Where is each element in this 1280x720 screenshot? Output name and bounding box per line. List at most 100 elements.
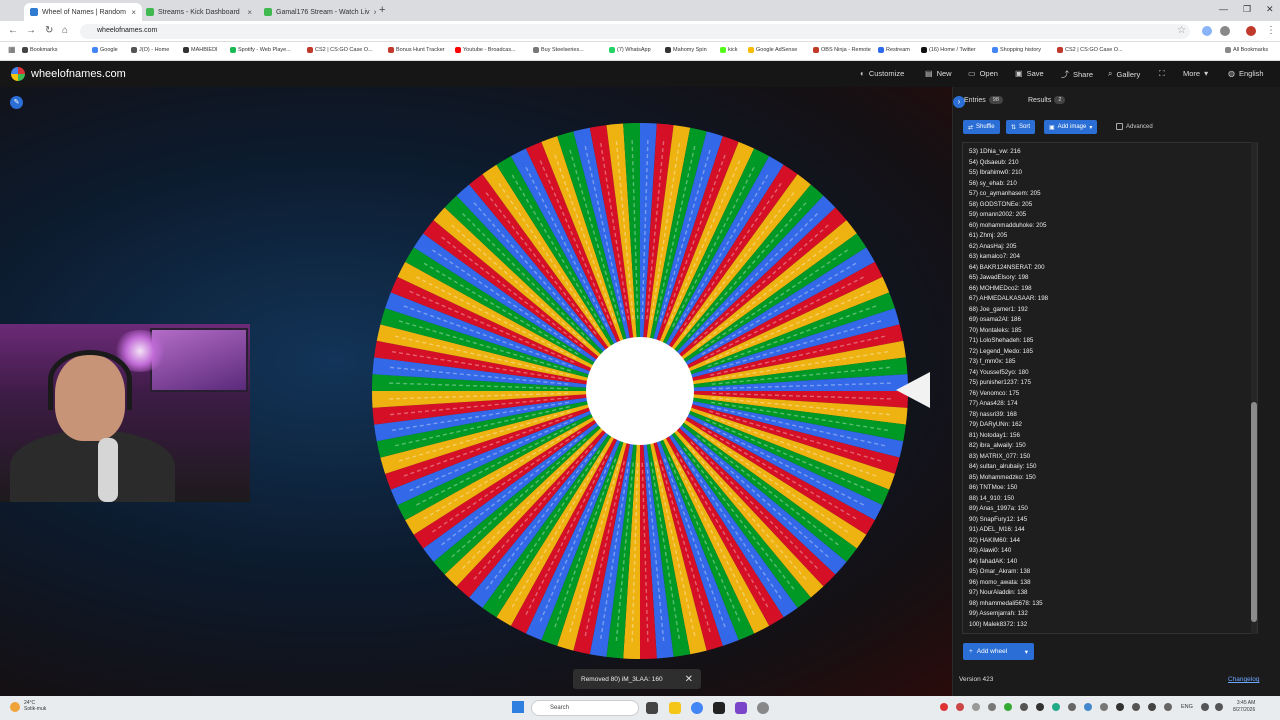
entry-line[interactable]: 85) Mohammedzko: 150 bbox=[969, 473, 1257, 484]
close-icon[interactable]: ✕ bbox=[685, 674, 693, 685]
entry-line[interactable]: 78) nassri39: 168 bbox=[969, 410, 1257, 421]
bookmark-item[interactable]: CS2 | CS:GO Case O... bbox=[1057, 47, 1123, 53]
tab-results[interactable]: Results 2 bbox=[1028, 96, 1066, 104]
entry-line[interactable]: 98) mhammedali5678: 135 bbox=[969, 599, 1257, 610]
customize-button[interactable]: ◐ Customize bbox=[860, 69, 904, 78]
extensions-puzzle-icon[interactable] bbox=[1220, 26, 1230, 36]
entry-line[interactable]: 89) Anas_1997a: 150 bbox=[969, 504, 1257, 515]
entry-line[interactable]: 70) Montaleks: 185 bbox=[969, 326, 1257, 337]
weather-widget[interactable]: 24°C Sotik-muk bbox=[24, 700, 46, 712]
entry-line[interactable]: 97) NourAladdin: 138 bbox=[969, 588, 1257, 599]
file-explorer-icon[interactable] bbox=[669, 702, 681, 714]
changelog-link[interactable]: Changelog bbox=[1228, 676, 1259, 683]
discord-icon[interactable] bbox=[735, 702, 747, 714]
profile-avatar-icon[interactable] bbox=[1246, 26, 1256, 36]
sort-button[interactable]: ⇅ Sort bbox=[1006, 120, 1036, 134]
entry-line[interactable]: 65) JawadElsory: 198 bbox=[969, 273, 1257, 284]
bookmark-item[interactable]: (7) WhatsApp bbox=[609, 47, 651, 53]
fullscreen-button[interactable]: ⛶ bbox=[1159, 69, 1165, 79]
site-name[interactable]: wheelofnames.com bbox=[31, 68, 126, 80]
entry-line[interactable]: 53) 1Dhia_vw: 216 bbox=[969, 147, 1257, 158]
tray-app-icon[interactable] bbox=[972, 703, 980, 711]
tray-app-icon[interactable] bbox=[940, 703, 948, 711]
tray-app-icon[interactable] bbox=[1068, 703, 1076, 711]
bookmark-item[interactable]: Restream bbox=[878, 47, 910, 53]
all-bookmarks[interactable]: All Bookmarks bbox=[1225, 47, 1268, 53]
entry-line[interactable]: 99) Assemjarrah: 132 bbox=[969, 609, 1257, 620]
gallery-button[interactable]: ⌕ Gallery bbox=[1108, 69, 1140, 79]
entry-line[interactable]: 64) BAKR124NSERAT: 200 bbox=[969, 263, 1257, 274]
entry-line[interactable]: 68) Joe_gamer1: 192 bbox=[969, 305, 1257, 316]
taskbar-search[interactable]: Search bbox=[531, 700, 639, 716]
entries-scrollbar[interactable] bbox=[1251, 142, 1257, 634]
tray-app-icon[interactable] bbox=[1132, 703, 1140, 711]
weather-icon[interactable] bbox=[10, 702, 20, 712]
entry-line[interactable]: 61) Zhmj: 205 bbox=[969, 231, 1257, 242]
tray-app-icon[interactable] bbox=[1084, 703, 1092, 711]
task-view-icon[interactable] bbox=[646, 702, 658, 714]
add-image-button[interactable]: ▣ Add image ▾ bbox=[1044, 120, 1098, 134]
entry-line[interactable]: 57) co_aymanhasem: 205 bbox=[969, 189, 1257, 200]
entry-line[interactable]: 69) osama2Al: 186 bbox=[969, 315, 1257, 326]
entry-line[interactable]: 67) AHMEDALKASAAR: 198 bbox=[969, 294, 1257, 305]
bookmark-item[interactable]: Shopping history bbox=[992, 47, 1041, 53]
entry-line[interactable]: 54) Qdsaeub: 210 bbox=[969, 158, 1257, 169]
entry-line[interactable]: 86) TNTMoe: 150 bbox=[969, 483, 1257, 494]
entry-line[interactable]: 93) Alawi0: 140 bbox=[969, 546, 1257, 557]
entry-line[interactable]: 77) Anas428: 174 bbox=[969, 399, 1257, 410]
tray-app-icon[interactable] bbox=[1148, 703, 1156, 711]
entry-line[interactable]: 88) 14_910: 150 bbox=[969, 494, 1257, 505]
bookmark-item[interactable]: CS2 | CS:GO Case O... bbox=[307, 47, 373, 53]
tray-app-icon[interactable] bbox=[1052, 703, 1060, 711]
minimize-icon[interactable]: — bbox=[1219, 4, 1228, 14]
new-button[interactable]: ▤ New bbox=[925, 69, 952, 78]
language-indicator[interactable]: ENG bbox=[1181, 704, 1193, 710]
close-window-icon[interactable]: ✕ bbox=[1266, 4, 1274, 15]
entry-line[interactable]: 92) HAKIM60: 144 bbox=[969, 536, 1257, 547]
bookmark-item[interactable]: Mahomy Spin bbox=[665, 47, 707, 53]
tab-entries[interactable]: Entries 98 bbox=[964, 96, 1003, 104]
wheel-logo-icon[interactable] bbox=[11, 67, 25, 81]
spin-wheel[interactable] bbox=[370, 121, 910, 661]
system-clock[interactable]: 3:45 AM 8/27/2026 bbox=[1233, 700, 1255, 714]
tray-app-icon[interactable] bbox=[1004, 703, 1012, 711]
entry-line[interactable]: 60) mohammadduhoke: 205 bbox=[969, 221, 1257, 232]
browser-tab-gamal-stream[interactable]: Gamal176 Stream - Watch Liv × bbox=[258, 3, 376, 21]
star-icon[interactable]: ☆ bbox=[1177, 25, 1186, 36]
entry-line[interactable]: 100) Malek8372: 132 bbox=[969, 620, 1257, 631]
entry-line[interactable]: 55) Ibrahimw0: 210 bbox=[969, 168, 1257, 179]
tray-app-icon[interactable] bbox=[1116, 703, 1124, 711]
entry-line[interactable]: 79) DARyUNn: 162 bbox=[969, 420, 1257, 431]
entry-line[interactable]: 59) omann2002: 205 bbox=[969, 210, 1257, 221]
entry-line[interactable]: 82) ibra_alwaily: 150 bbox=[969, 441, 1257, 452]
bookmark-item[interactable]: kick bbox=[720, 47, 737, 53]
apps-grid-icon[interactable]: ▦ bbox=[8, 45, 16, 54]
url-input[interactable]: wheelofnames.com bbox=[80, 24, 1190, 39]
maximize-icon[interactable]: ❐ bbox=[1243, 4, 1251, 15]
settings-gear-icon[interactable] bbox=[757, 702, 769, 714]
tray-app-icon[interactable] bbox=[1020, 703, 1028, 711]
save-button[interactable]: ▣ Save bbox=[1015, 69, 1044, 78]
entry-line[interactable]: 94) fahadAK: 140 bbox=[969, 557, 1257, 568]
entry-line[interactable]: 84) sultan_alrubaiiy: 150 bbox=[969, 462, 1257, 473]
add-wheel-button[interactable]: + Add wheel ▾ bbox=[963, 643, 1034, 660]
entry-line[interactable]: 76) Venomco: 175 bbox=[969, 389, 1257, 400]
entry-line[interactable]: 96) momo_awata: 138 bbox=[969, 578, 1257, 589]
close-tab-icon[interactable]: × bbox=[131, 8, 136, 17]
wifi-icon[interactable] bbox=[1201, 703, 1209, 711]
bookmark-item[interactable]: (16) Home / Twitter bbox=[921, 47, 976, 53]
browser-tab-wheel-of-names[interactable]: Wheel of Names | Random × bbox=[24, 3, 142, 21]
browser-menu-icon[interactable]: ⋮ bbox=[1266, 25, 1276, 36]
entry-line[interactable]: 56) sy_ehab: 210 bbox=[969, 179, 1257, 190]
open-button[interactable]: ▭ Open bbox=[968, 69, 998, 78]
bookmark-item[interactable]: Google AdSense bbox=[748, 47, 797, 53]
chrome-icon[interactable] bbox=[691, 702, 703, 714]
chevron-down-icon[interactable]: ▾ bbox=[1025, 648, 1028, 656]
entry-line[interactable]: 72) Legend_Medo: 185 bbox=[969, 347, 1257, 358]
entry-line[interactable]: 74) Youssef52yo: 180 bbox=[969, 368, 1257, 379]
bookmark-item[interactable]: OBS Ninja - Remote bbox=[813, 47, 871, 53]
entry-line[interactable]: 90) SnapFury12: 145 bbox=[969, 515, 1257, 526]
tray-app-icon[interactable] bbox=[1100, 703, 1108, 711]
entry-line[interactable]: 81) Notoday1: 156 bbox=[969, 431, 1257, 442]
forward-icon[interactable]: → bbox=[26, 25, 36, 36]
